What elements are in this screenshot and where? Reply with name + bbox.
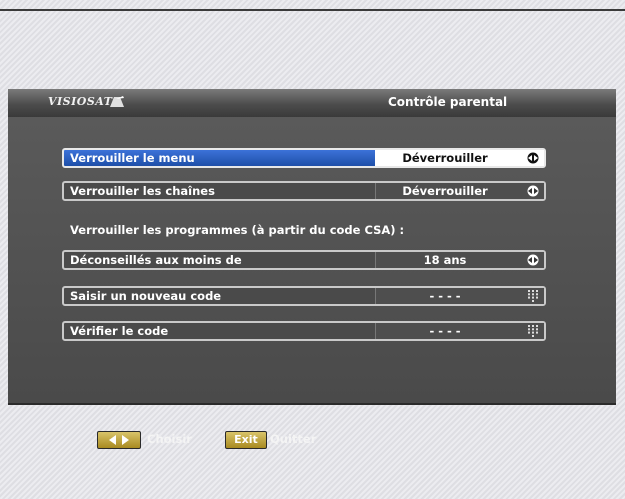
channels-lock-value: Déverrouiller — [402, 184, 488, 198]
verify-code-row[interactable]: Vérifier le code - - - - — [62, 321, 546, 341]
left-right-arrows-icon — [527, 152, 539, 164]
menu-lock-label: Verrouiller le menu — [70, 151, 195, 165]
section-heading: Verrouiller les programmes (à partir du … — [70, 223, 405, 237]
new-code-value: - - - - — [429, 289, 461, 303]
verify-code-input[interactable]: - - - - — [375, 323, 544, 339]
channels-lock-row[interactable]: Verrouiller les chaînes Déverrouiller — [62, 181, 546, 201]
exit-key: Exit — [225, 431, 267, 449]
left-right-arrows-icon — [527, 254, 539, 266]
menu-lock-value-box[interactable]: Déverrouiller — [375, 150, 544, 166]
verify-code-label: Vérifier le code — [70, 324, 169, 338]
top-divider — [0, 9, 625, 11]
age-rating-row[interactable]: Déconseillés aux moins de 18 ans — [62, 250, 546, 270]
menu-lock-row[interactable]: Verrouiller le menu Déverrouiller — [62, 148, 546, 168]
menu-lock-value: Déverrouiller — [402, 151, 488, 165]
age-rating-value-box[interactable]: 18 ans — [375, 252, 544, 268]
quit-label: Quitter — [270, 432, 317, 446]
new-code-input[interactable]: - - - - — [375, 288, 544, 304]
new-code-label: Saisir un nouveau code — [70, 289, 222, 303]
brand-logo: VISIOSAT — [48, 95, 113, 108]
age-rating-value: 18 ans — [423, 253, 467, 267]
keypad-icon — [528, 325, 538, 337]
logo-mark-icon — [110, 96, 124, 107]
left-right-arrows-icon — [527, 185, 539, 197]
age-rating-label: Déconseillés aux moins de — [70, 253, 242, 267]
keypad-icon — [528, 290, 538, 302]
channels-lock-value-box[interactable]: Déverrouiller — [375, 183, 544, 199]
verify-code-value: - - - - — [429, 324, 461, 338]
exit-key-label: Exit — [234, 433, 258, 446]
choose-label: Choisir — [147, 432, 192, 446]
left-right-key-icon — [109, 435, 129, 445]
new-code-row[interactable]: Saisir un nouveau code - - - - — [62, 286, 546, 306]
channels-lock-label: Verrouiller les chaînes — [70, 184, 215, 198]
title-bar: VISIOSAT Contrôle parental — [8, 89, 616, 117]
navigate-key — [97, 431, 141, 449]
page-title: Contrôle parental — [388, 95, 508, 109]
